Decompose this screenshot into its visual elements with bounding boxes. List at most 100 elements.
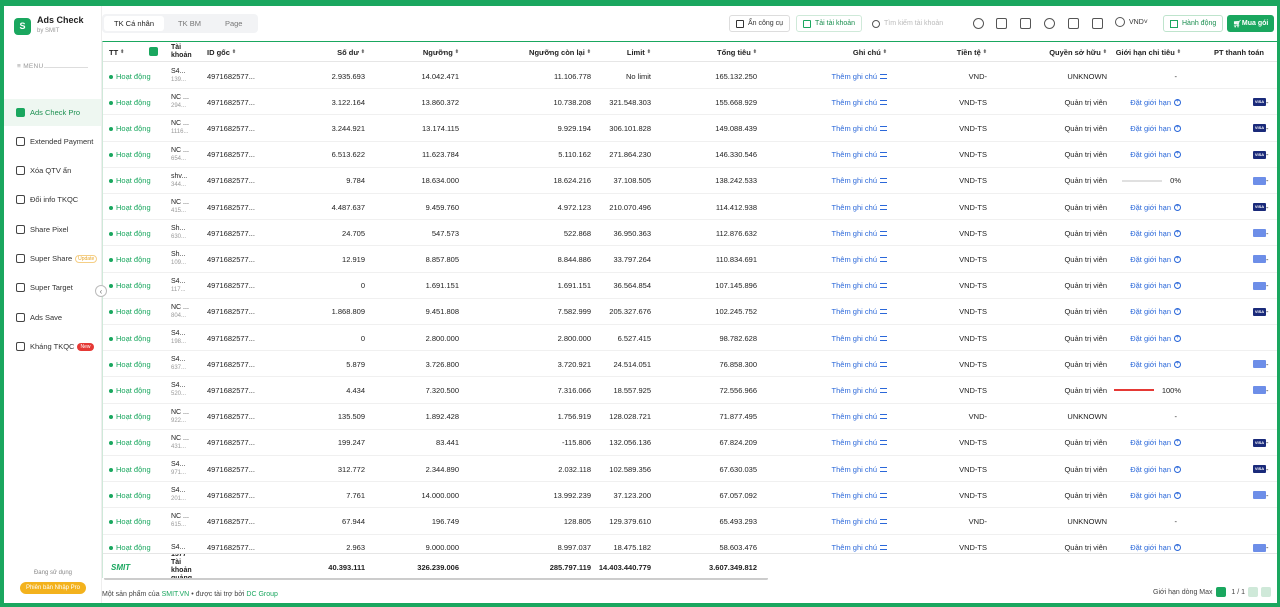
sidebar-item-6[interactable]: Super Target (4, 274, 101, 301)
add-note-link[interactable]: Thêm ghi chú (832, 360, 877, 369)
sidebar-item-1[interactable]: Extended Payment (4, 128, 101, 155)
sort-icon[interactable]: ⬍ (232, 49, 236, 55)
sort-icon[interactable]: ⬍ (587, 49, 591, 55)
edit-note-icon[interactable] (880, 335, 887, 341)
add-note-link[interactable]: Thêm ghi chú (832, 334, 877, 343)
plus-circle-icon[interactable]: + (1174, 203, 1181, 211)
sidebar-item-3[interactable]: Đổi info TKQC (4, 186, 101, 213)
add-note-link[interactable]: Thêm ghi chú (832, 150, 877, 159)
add-note-link[interactable]: Thêm ghi chú (832, 491, 877, 500)
pro-plan-button[interactable]: Phiên bản Nhập Pro (20, 582, 86, 594)
column-header-threshold[interactable]: Ngưỡng ⬍ (379, 42, 459, 62)
add-note-link[interactable]: Thêm ghi chú (832, 307, 877, 316)
set-limit-link[interactable]: Đặt giới hạn (1130, 334, 1171, 343)
edit-note-icon[interactable] (880, 545, 887, 551)
set-limit-link[interactable]: Đặt giới hạn (1130, 491, 1171, 500)
account-cell[interactable]: S4... 117... (171, 273, 201, 299)
set-limit-link[interactable]: Đặt giới hạn (1130, 203, 1171, 212)
spend-limit-cell[interactable]: Đặt giới hạn + (1109, 351, 1181, 377)
sort-icon[interactable]: ⬍ (883, 49, 887, 55)
note-cell[interactable]: Thêm ghi chú (771, 430, 887, 456)
set-limit-link[interactable]: Đặt giới hạn (1130, 438, 1171, 447)
select-all-checkbox[interactable] (149, 47, 158, 56)
set-limit-link[interactable]: Đặt giới hạn (1130, 124, 1171, 133)
plus-circle-icon[interactable]: + (1174, 439, 1181, 447)
message-icon[interactable] (1068, 18, 1079, 29)
account-cell[interactable]: Sh... 109... (171, 246, 201, 272)
plus-circle-icon[interactable]: + (1174, 465, 1181, 473)
account-cell[interactable]: NC ... 294... (171, 89, 201, 115)
note-cell[interactable]: Thêm ghi chú (771, 325, 887, 351)
edit-note-icon[interactable] (880, 152, 887, 158)
spend-limit-cell[interactable]: Đặt giới hạn + (1109, 430, 1181, 456)
sidebar-item-7[interactable]: Ads Save (4, 304, 101, 331)
actions-button[interactable]: Hành động (1163, 15, 1224, 32)
spend-limit-cell[interactable]: Đặt giới hạn + (1109, 246, 1181, 272)
row-limit-value[interactable]: Max (1199, 589, 1212, 596)
note-cell[interactable]: Thêm ghi chú (771, 89, 887, 115)
sort-icon[interactable]: ⬍ (983, 49, 987, 55)
edit-note-icon[interactable] (880, 230, 887, 236)
account-cell[interactable]: NC ... 615... (171, 508, 201, 534)
add-note-link[interactable]: Thêm ghi chú (832, 465, 877, 474)
column-header-spend_limit[interactable]: Giới hạn chi tiêu ⬍ (1109, 42, 1181, 62)
sort-icon[interactable]: ⬍ (455, 49, 459, 55)
spend-limit-cell[interactable]: Đặt giới hạn + (1109, 142, 1181, 168)
account-cell[interactable]: Sh... 630... (171, 220, 201, 246)
sort-icon[interactable]: ⬍ (120, 49, 124, 55)
edit-note-icon[interactable] (880, 99, 887, 105)
plus-circle-icon[interactable]: + (1174, 491, 1181, 499)
set-limit-link[interactable]: Đặt giới hạn (1130, 229, 1171, 238)
plus-circle-icon[interactable]: + (1174, 124, 1181, 132)
search-input[interactable]: Tìm kiếm tài khoản (872, 15, 968, 32)
note-cell[interactable]: Thêm ghi chú (771, 220, 887, 246)
plus-circle-icon[interactable]: + (1174, 255, 1181, 263)
edit-note-icon[interactable] (880, 387, 887, 393)
sidebar-item-4[interactable]: Share Pixel (4, 216, 101, 243)
edit-note-icon[interactable] (880, 125, 887, 131)
note-cell[interactable]: Thêm ghi chú (771, 168, 887, 194)
note-cell[interactable]: Thêm ghi chú (771, 351, 887, 377)
note-cell[interactable]: Thêm ghi chú (771, 115, 887, 141)
column-header-payment[interactable]: PT thanh toán (1197, 42, 1277, 62)
add-note-link[interactable]: Thêm ghi chú (832, 543, 877, 552)
sort-icon[interactable]: ⬍ (1177, 49, 1181, 55)
plus-circle-icon[interactable]: + (1174, 98, 1181, 106)
note-cell[interactable]: Thêm ghi chú (771, 142, 887, 168)
note-cell[interactable]: Thêm ghi chú (771, 246, 887, 272)
set-limit-link[interactable]: Đặt giới hạn (1130, 150, 1171, 159)
set-limit-link[interactable]: Đặt giới hạn (1130, 281, 1171, 290)
chevron-up-icon[interactable] (1215, 587, 1226, 597)
plus-circle-icon[interactable]: + (1174, 151, 1181, 159)
edit-note-icon[interactable] (880, 440, 887, 446)
smit-link[interactable]: SMIT.VN (162, 591, 190, 598)
account-cell[interactable]: shv... 344... (171, 168, 201, 194)
column-header-account[interactable]: Tài khoản (171, 42, 201, 62)
note-cell[interactable]: Thêm ghi chú (771, 482, 887, 508)
add-note-link[interactable]: Thêm ghi chú (832, 176, 877, 185)
add-note-link[interactable]: Thêm ghi chú (832, 255, 877, 264)
spend-limit-cell[interactable]: Đặt giới hạn + (1109, 194, 1181, 220)
sidebar-item-8[interactable]: Kháng TKQC New (4, 333, 101, 360)
add-note-link[interactable]: Thêm ghi chú (832, 229, 877, 238)
calendar-icon[interactable] (996, 18, 1007, 29)
dc-group-link[interactable]: DC Group (246, 591, 278, 598)
account-cell[interactable]: NC ... 431... (171, 430, 201, 456)
note-cell[interactable]: Thêm ghi chú (771, 273, 887, 299)
sort-icon[interactable]: ⬍ (647, 49, 651, 55)
account-cell[interactable]: S4... 198... (171, 325, 201, 351)
zoom-icon[interactable] (1044, 18, 1055, 29)
reload-accounts-button[interactable]: Tải tài khoản (796, 15, 863, 32)
set-limit-link[interactable]: Đặt giới hạn (1130, 255, 1171, 264)
add-note-link[interactable]: Thêm ghi chú (832, 203, 877, 212)
note-cell[interactable]: Thêm ghi chú (771, 404, 887, 430)
edit-note-icon[interactable] (880, 73, 887, 79)
sidebar-item-0[interactable]: Ads Check Pro (4, 99, 101, 126)
edit-note-icon[interactable] (880, 256, 887, 262)
note-cell[interactable]: Thêm ghi chú (771, 508, 887, 534)
edit-note-icon[interactable] (880, 178, 887, 184)
refresh-icon[interactable] (973, 18, 984, 29)
plus-circle-icon[interactable]: + (1174, 544, 1181, 552)
add-note-link[interactable]: Thêm ghi chú (832, 412, 877, 421)
column-header-remaining[interactable]: Ngưỡng còn lại ⬍ (473, 42, 591, 62)
